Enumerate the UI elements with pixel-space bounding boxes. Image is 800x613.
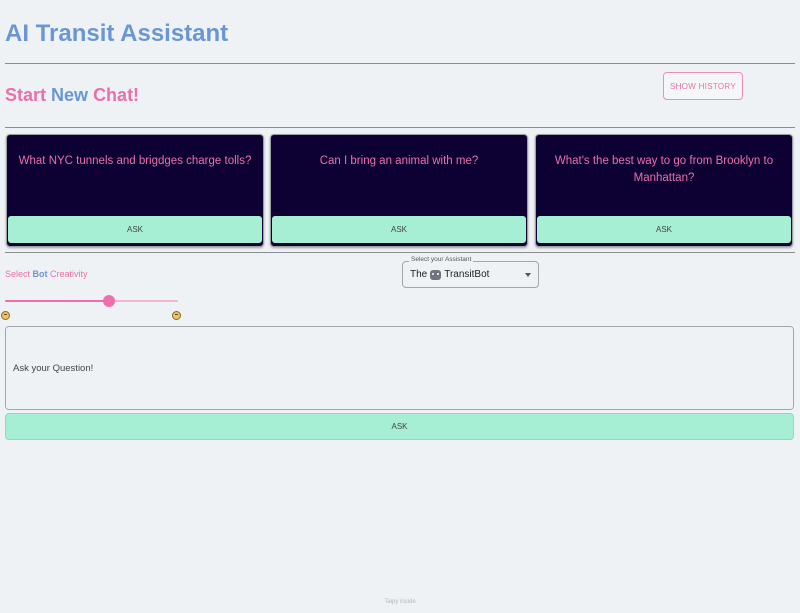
high-creativity-emoji-icon (172, 311, 181, 320)
assistant-select[interactable]: Select your Assistant The TransitBot (402, 256, 539, 288)
new-chat-word-chat: Chat! (93, 85, 140, 105)
suggestion-card: Can I bring an animal with me? ASK (270, 134, 528, 247)
ask-button[interactable]: ASK (5, 413, 794, 440)
suggestion-ask-button[interactable]: ASK (8, 216, 262, 243)
assistant-select-value-name: TransitBot (444, 269, 490, 280)
suggestion-ask-button[interactable]: ASK (272, 216, 526, 243)
new-chat-heading: Start New Chat! (5, 85, 139, 106)
app-title: AI Transit Assistant (5, 20, 229, 47)
divider (5, 127, 795, 128)
show-history-button[interactable]: SHOW HISTORY (663, 72, 743, 100)
new-chat-word-start: Start (5, 85, 47, 105)
slider-thumb[interactable] (102, 295, 115, 307)
suggestion-ask-button[interactable]: ASK (537, 216, 791, 243)
suggestion-card: What NYC tunnels and brigdges charge tol… (6, 134, 264, 247)
low-creativity-emoji-icon (1, 311, 10, 320)
creativity-label-bot: Bot (32, 269, 48, 279)
robot-icon (430, 269, 442, 280)
footer-text: Taipy inside (384, 599, 416, 605)
suggestion-question: What NYC tunnels and brigdges charge tol… (18, 155, 252, 167)
suggestion-card: What's the best way to go from Brooklyn … (535, 134, 793, 247)
slider-fill (5, 300, 109, 302)
suggestion-question: What's the best way to go from Brooklyn … (554, 155, 774, 184)
creativity-label-post: Creativity (47, 269, 88, 279)
assistant-select-legend: Select your Assistant (409, 256, 474, 263)
divider (5, 252, 795, 253)
new-chat-word-new: New (51, 85, 89, 105)
assistant-select-value-prefix: The (410, 269, 428, 280)
question-input[interactable] (5, 326, 794, 410)
creativity-slider[interactable] (5, 295, 178, 307)
divider (5, 63, 795, 64)
creativity-label-pre: Select (5, 269, 33, 279)
suggestion-question: Can I bring an animal with me? (319, 155, 479, 167)
assistant-select-value: The TransitBot (410, 269, 489, 280)
creativity-label: Select Bot Creativity (5, 269, 88, 279)
dropdown-arrow-icon (525, 273, 531, 277)
